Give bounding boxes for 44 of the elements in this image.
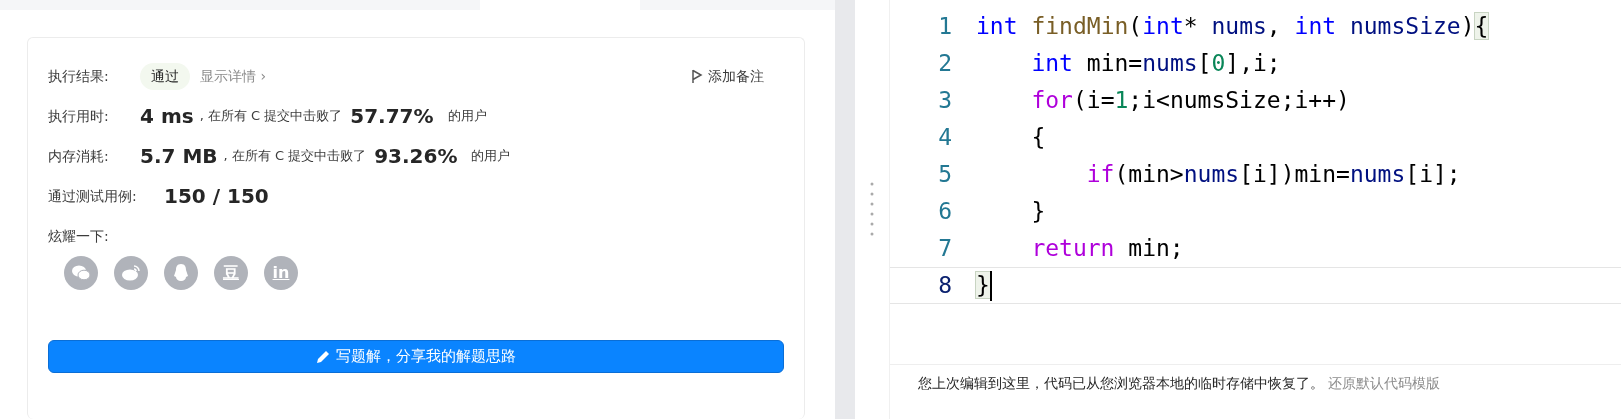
percent-value: 57.77% [350, 103, 434, 130]
line-number: 2 [937, 49, 953, 79]
stat-suffix: 的用户 [447, 107, 487, 126]
code-line: for(i=1;i<numsSize;i++) [1030, 86, 1350, 116]
percent-value: 93.26% [374, 143, 458, 170]
stat-value: 4 ms [140, 103, 194, 130]
line-number: 7 [937, 234, 953, 264]
flag-icon [691, 68, 703, 84]
pencil-icon [316, 349, 330, 364]
status-badge: 通过 [140, 62, 190, 90]
line-number: 3 [937, 86, 953, 116]
restore-notice: 您上次编辑到这里，代码已从您浏览器本地的临时存储中恢复了。 [918, 375, 1324, 391]
add-note-button[interactable]: 添加备注 [685, 64, 770, 88]
line-number: 4 [937, 123, 953, 153]
share-label: 炫耀一下: [48, 226, 110, 246]
details-link[interactable]: 显示详情 › [200, 65, 267, 87]
line-number: 6 [937, 197, 953, 227]
linkedin-icon[interactable]: in [264, 256, 298, 290]
code-line: int findMin(int* nums, int numsSize){ [976, 12, 1489, 42]
tests-label: 通过测试用例: [48, 186, 138, 206]
stat-text: , 在所有 C 提交中击败了 [223, 147, 367, 166]
tests-value: 150 / 150 [164, 183, 269, 210]
stat-text: , 在所有 C 提交中击败了 [199, 107, 343, 126]
restore-template-link[interactable]: 还原默认代码模版 [1328, 375, 1440, 391]
penguin-icon[interactable] [164, 256, 198, 290]
write-solution-button[interactable]: 写题解，分享我的解题思路 [48, 340, 784, 373]
stat-value: 5.7 MB [140, 143, 218, 170]
result-label: 执行结果: [48, 66, 110, 86]
line-number: 1 [937, 12, 953, 42]
line-number: 5 [937, 160, 953, 190]
code-line: return min; [1030, 234, 1184, 264]
code-line: int min=nums[0],i; [1030, 49, 1281, 79]
resize-handle-icon[interactable] [870, 181, 874, 238]
code-line: { [1030, 123, 1046, 153]
code-line: if(min>nums[i])min=nums[i]; [1085, 160, 1461, 190]
stat-suffix: 的用户 [471, 147, 511, 166]
douban-icon[interactable]: 豆 [214, 256, 248, 290]
line-number: 8 [937, 271, 953, 301]
weibo-icon[interactable] [114, 256, 148, 290]
code-line: } [1030, 197, 1046, 227]
stat-label: 内存消耗: [48, 146, 110, 166]
text-cursor [989, 270, 992, 301]
stat-label: 执行用时: [48, 106, 110, 126]
chat-bubbles-icon[interactable] [64, 256, 98, 290]
